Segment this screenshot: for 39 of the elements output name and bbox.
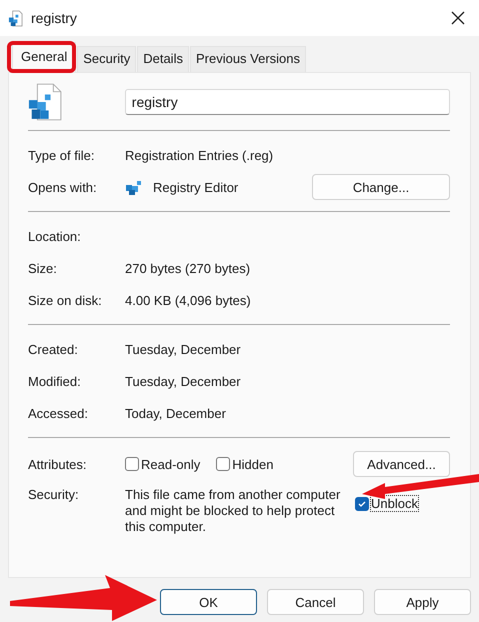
field-label: Location: <box>28 228 82 244</box>
checkbox[interactable] <box>216 457 230 471</box>
window-title: registry <box>31 10 77 26</box>
checkmark-icon <box>357 498 367 508</box>
close-icon[interactable] <box>451 11 465 25</box>
field-value: 4.00 KB (4,096 bytes) <box>125 292 251 308</box>
tab[interactable]: Previous Versions <box>190 46 306 72</box>
field-value: Registration Entries (.reg) <box>125 148 274 162</box>
field-label: Type of file: <box>28 148 96 162</box>
field-value: Tuesday, December <box>125 374 241 388</box>
field-value: Tuesday, December <box>125 342 241 356</box>
change-button[interactable]: Change... <box>312 174 450 200</box>
tab[interactable]: Security <box>77 46 136 72</box>
security-warning: This file came from another computer and might be blocked to help protect this computer. <box>125 487 342 535</box>
field-label: Created: <box>28 342 79 356</box>
checkbox[interactable] <box>125 457 139 471</box>
field-label: Accessed: <box>28 406 89 420</box>
checkbox[interactable] <box>355 496 369 510</box>
tab[interactable]: Details <box>137 46 189 72</box>
checkbox-label[interactable]: Read-only <box>141 456 200 472</box>
field-label: Attributes: <box>28 456 88 472</box>
field-label: Opens with: <box>28 180 98 194</box>
field-value: 270 bytes (270 bytes) <box>125 260 250 276</box>
field-value: Registry Editor <box>153 180 238 194</box>
registry-file-icon <box>28 82 62 120</box>
field-value: Today, December <box>125 406 226 420</box>
file-name-field[interactable]: registry <box>124 88 450 114</box>
dialog-button[interactable]: OK <box>160 589 257 615</box>
dialog-button[interactable]: Apply <box>374 589 471 615</box>
field-label: Modified: <box>28 374 82 388</box>
advanced-button[interactable]: Advanced... <box>353 451 450 477</box>
checkbox-label[interactable]: Unblock <box>371 496 418 511</box>
field-label: Size on disk: <box>28 292 103 308</box>
registry-file-icon <box>8 10 23 26</box>
dialog-button[interactable]: Cancel <box>267 589 364 615</box>
field-label: Security: <box>28 487 80 502</box>
field-label: Size: <box>28 260 58 276</box>
registry-editor-icon <box>125 179 143 195</box>
checkbox-label[interactable]: Hidden <box>232 456 274 472</box>
